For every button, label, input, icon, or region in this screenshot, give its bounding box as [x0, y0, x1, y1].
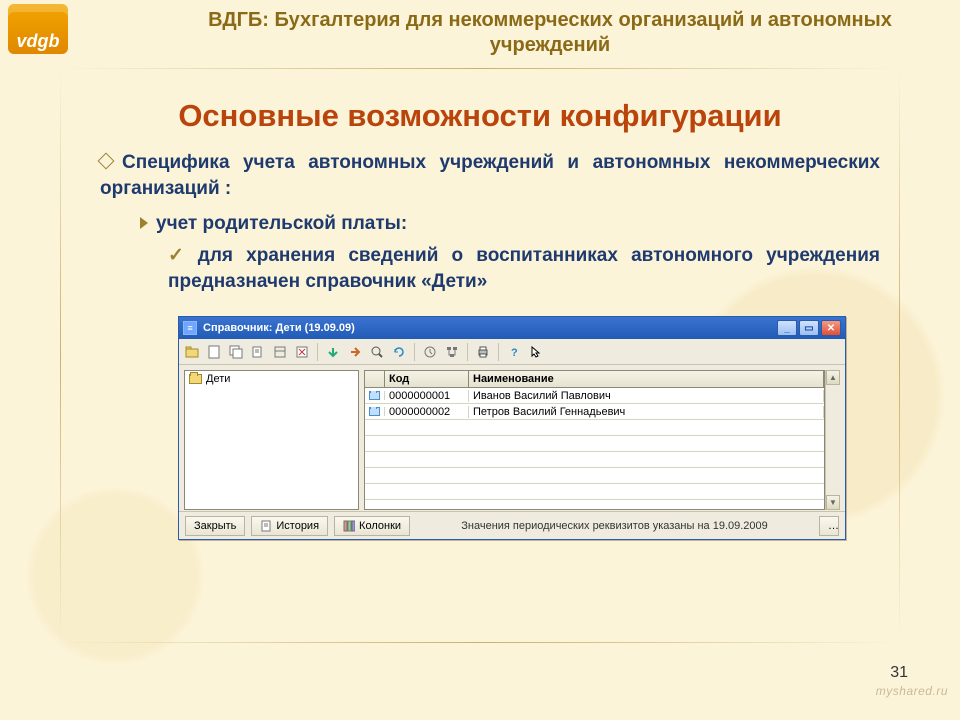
toolbar-history-icon[interactable] [421, 343, 439, 361]
close-window-button[interactable]: ✕ [821, 320, 841, 336]
table-row[interactable] [365, 436, 824, 452]
vertical-scrollbar[interactable]: ▲ ▼ [825, 370, 840, 510]
folder-open-icon [189, 374, 202, 384]
history-icon [260, 520, 272, 532]
history-button-label: История [276, 520, 319, 532]
table-row[interactable] [365, 484, 824, 500]
divider-left [60, 68, 61, 642]
grid-header-icon-col[interactable] [365, 371, 385, 387]
card-icon [369, 407, 380, 416]
scroll-down-button[interactable]: ▼ [826, 495, 840, 510]
toolbar-tree-icon[interactable] [443, 343, 461, 361]
watermark: myshared.ru [876, 684, 948, 698]
maximize-button[interactable]: ▭ [799, 320, 819, 336]
table-row[interactable] [365, 468, 824, 484]
toolbar-separator [414, 343, 415, 361]
grid-header-code[interactable]: Код [385, 371, 469, 387]
toolbar-separator [498, 343, 499, 361]
table-row[interactable]: 0000000002 Петров Василий Геннадьевич [365, 404, 824, 420]
slide-header: ВДГБ: Бухгалтерия для некоммерческих орг… [200, 8, 900, 58]
bullet-level1: Специфика учета автономных учреждений и … [100, 150, 880, 201]
page-title: Основные возможности конфигурации [0, 98, 960, 134]
table-row[interactable] [365, 452, 824, 468]
toolbar-down-icon[interactable] [324, 343, 342, 361]
divider-right [899, 68, 900, 642]
close-button-label: Закрыть [194, 520, 236, 532]
toolbar-right-icon[interactable] [346, 343, 364, 361]
toolbar-mark-icon[interactable] [293, 343, 311, 361]
app-icon: ≡ [183, 321, 197, 335]
cell-name: Иванов Василий Павлович [469, 390, 824, 402]
toolbar-copy-icon[interactable] [227, 343, 245, 361]
history-button[interactable]: История [251, 516, 328, 536]
cell-code: 0000000002 [385, 406, 469, 418]
columns-button-label: Колонки [359, 520, 401, 532]
divider-bottom [60, 642, 900, 643]
cell-code: 0000000001 [385, 390, 469, 402]
toolbar-separator [467, 343, 468, 361]
columns-button[interactable]: Колонки [334, 516, 410, 536]
card-icon [369, 391, 380, 400]
columns-icon [343, 520, 355, 532]
page-number: 31 [890, 664, 908, 682]
brand-logo: vdgb [8, 4, 68, 54]
toolbar-help-icon[interactable]: ? [505, 343, 523, 361]
toolbar-new-icon[interactable] [205, 343, 223, 361]
grid-header: Код Наименование [365, 371, 824, 388]
bullet-level3: для хранения сведений о воспитанниках ав… [168, 243, 880, 294]
toolbar-separator [317, 343, 318, 361]
close-button[interactable]: Закрыть [185, 516, 245, 536]
grid-body[interactable]: 0000000001 Иванов Василий Павлович 00000… [365, 388, 824, 509]
scroll-up-button[interactable]: ▲ [826, 370, 840, 385]
grid-header-name[interactable]: Наименование [469, 371, 824, 387]
tree-panel[interactable]: Дети [184, 370, 359, 510]
slide-content: Специфика учета автономных учреждений и … [100, 150, 880, 294]
cell-name: Петров Василий Геннадьевич [469, 406, 824, 418]
table-row[interactable] [365, 420, 824, 436]
bullet-level2: учет родительской платы: [140, 211, 880, 237]
toolbar-refresh-icon[interactable] [390, 343, 408, 361]
divider-top [60, 68, 900, 69]
toolbar: ? [179, 339, 845, 365]
toolbar-view-icon[interactable] [271, 343, 289, 361]
toolbar-print-icon[interactable] [474, 343, 492, 361]
app-window: ≡ Справочник: Дети (19.09.09) _ ▭ ✕ ? [178, 316, 846, 540]
scroll-track[interactable] [826, 385, 840, 495]
table-row[interactable]: 0000000001 Иванов Василий Павлович [365, 388, 824, 404]
toolbar-folder-icon[interactable] [183, 343, 201, 361]
statusbar: Закрыть История Колонки Значения периоди… [179, 511, 845, 539]
tree-item-root[interactable]: Дети [189, 373, 354, 385]
toolbar-pointer-icon[interactable] [527, 343, 545, 361]
tree-item-label: Дети [206, 373, 230, 385]
toolbar-edit-icon[interactable] [249, 343, 267, 361]
titlebar[interactable]: ≡ Справочник: Дети (19.09.09) _ ▭ ✕ [179, 317, 845, 339]
minimize-button[interactable]: _ [777, 320, 797, 336]
window-title: Справочник: Дети (19.09.09) [203, 322, 771, 334]
toolbar-find-icon[interactable] [368, 343, 386, 361]
status-text: Значения периодических реквизитов указан… [416, 520, 813, 532]
svg-text:?: ? [511, 347, 518, 359]
status-date-picker[interactable]: … [819, 516, 839, 536]
data-grid[interactable]: Код Наименование 0000000001 Иванов Васил… [364, 370, 825, 510]
